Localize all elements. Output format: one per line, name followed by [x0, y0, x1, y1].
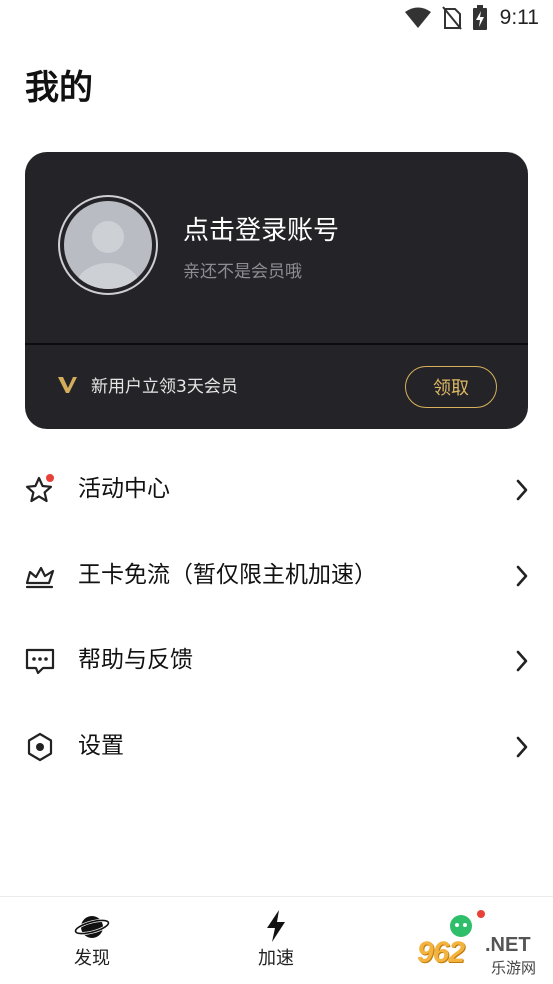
nav-tab-discover[interactable]: 发现 — [37, 909, 147, 979]
nav-tab-label: 发现 — [74, 948, 110, 969]
battery-charging-icon — [472, 5, 487, 30]
avatar-placeholder-icon — [64, 201, 152, 289]
chevron-right-icon — [516, 650, 528, 672]
promo-text: 新用户立领3天会员 — [91, 377, 238, 397]
menu-item-king-card[interactable]: 王卡免流（暂仅限主机加速） — [0, 545, 553, 605]
robot-mascot-icon — [450, 910, 485, 937]
watermark-domain: .NET — [485, 934, 531, 956]
claim-button[interactable]: 领取 — [405, 366, 497, 408]
avatar[interactable] — [58, 195, 158, 295]
page-title: 我的 — [25, 68, 93, 108]
membership-status: 亲还不是会员哦 — [183, 262, 302, 282]
wifi-icon — [404, 7, 431, 28]
watermark-number: 962 — [417, 936, 465, 969]
lightning-icon — [267, 910, 285, 942]
planet-icon — [74, 916, 110, 938]
menu-item-settings[interactable]: 设置 — [0, 716, 553, 776]
notification-badge — [46, 474, 54, 482]
settings-icon — [24, 731, 56, 763]
status-time: 9:11 — [499, 6, 539, 29]
card-divider — [25, 343, 528, 345]
watermark-logo: 962 .NET 乐游网 — [415, 906, 553, 983]
menu-item-label: 设置 — [78, 733, 124, 759]
menu-item-label: 帮助与反馈 — [78, 647, 193, 673]
crown-icon — [24, 560, 56, 592]
chevron-right-icon — [516, 479, 528, 501]
no-sim-icon — [441, 6, 462, 30]
menu-item-label: 活动中心 — [78, 476, 170, 502]
profile-card[interactable]: 点击登录账号 亲还不是会员哦 新用户立领3天会员 领取 — [25, 152, 528, 429]
chevron-right-icon — [516, 736, 528, 758]
status-bar: 9:11 — [0, 0, 553, 38]
nav-tab-accelerate[interactable]: 加速 — [221, 909, 331, 979]
chevron-right-icon — [516, 565, 528, 587]
star-icon — [24, 474, 56, 506]
login-title[interactable]: 点击登录账号 — [183, 214, 339, 248]
nav-tab-label: 加速 — [258, 948, 294, 969]
feedback-icon — [24, 645, 56, 677]
menu-item-label: 王卡免流（暂仅限主机加速） — [78, 562, 377, 588]
watermark-site-name: 乐游网 — [491, 959, 537, 977]
menu-item-help-feedback[interactable]: 帮助与反馈 — [0, 630, 553, 690]
status-icons: 9:11 — [404, 5, 539, 31]
menu-item-activity-center[interactable]: 活动中心 — [0, 459, 553, 519]
vip-v-icon — [58, 377, 77, 393]
